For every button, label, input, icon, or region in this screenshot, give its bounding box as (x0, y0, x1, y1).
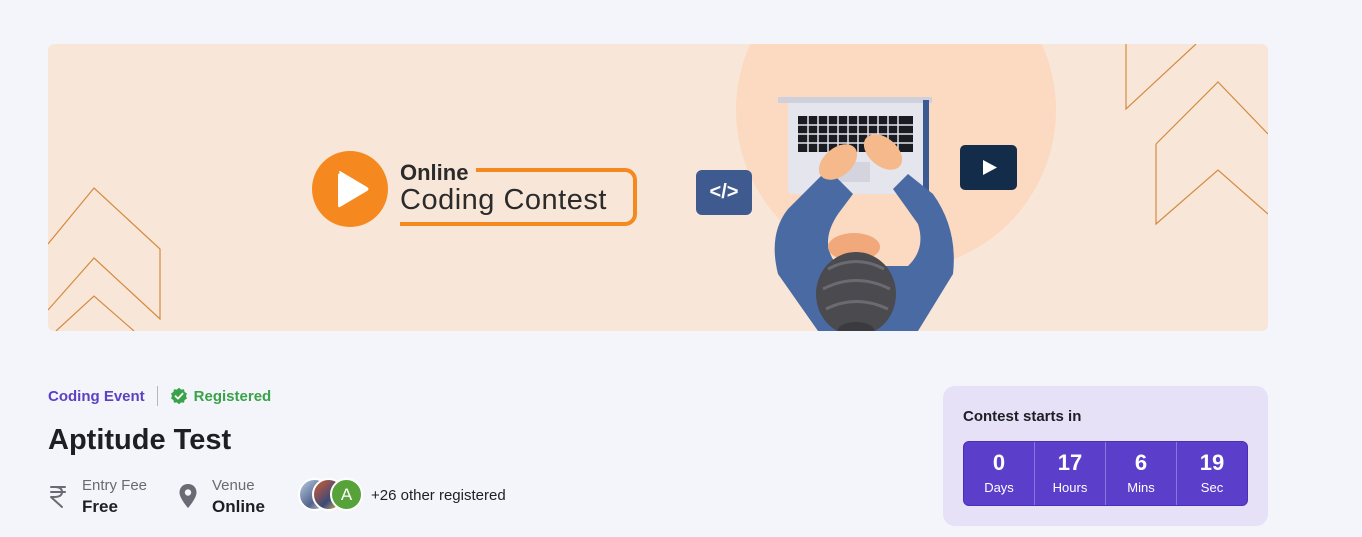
code-icon: </> (696, 170, 752, 215)
avatar: A (330, 478, 363, 511)
countdown-title: Contest starts in (963, 408, 1082, 425)
countdown-unit: Sec (1200, 480, 1224, 495)
venue-info: Venue Online (178, 477, 265, 517)
event-banner: Online Coding Contest </> (48, 44, 1268, 331)
logo-contest-text: Coding Contest (400, 184, 607, 216)
venue-label: Venue (212, 477, 255, 494)
countdown-timer: 0 Days 17 Hours 6 Mins 19 Sec (963, 441, 1248, 506)
logo-online-text: Online (400, 160, 469, 185)
countdown-value: 19 (1199, 450, 1225, 475)
countdown-unit: Days (984, 480, 1014, 495)
venue-value: Online (212, 497, 265, 516)
video-play-icon (960, 145, 1017, 190)
event-category: Coding Event (48, 387, 145, 405)
countdown-unit: Mins (1127, 480, 1155, 495)
rupee-icon (48, 483, 68, 517)
registered-count[interactable]: +26 other registered (371, 487, 506, 504)
registered-label: Registered (193, 387, 272, 405)
countdown-value: 6 (1134, 450, 1148, 475)
countdown-hours: 17 Hours (1035, 442, 1106, 505)
entry-fee-label: Entry Fee (82, 477, 148, 494)
entry-fee-info: Entry Fee Free (48, 477, 147, 517)
divider (156, 386, 158, 406)
entry-fee-value: Free (82, 497, 118, 516)
banner-illustration (48, 44, 1268, 331)
location-pin-icon (178, 483, 198, 517)
event-title: Aptitude Test (48, 424, 232, 456)
countdown-unit: Hours (1052, 480, 1088, 495)
countdown-value: 0 (992, 450, 1006, 475)
registered-avatars[interactable]: A (298, 478, 368, 512)
countdown-secs: 19 Sec (1177, 442, 1247, 505)
play-circle-icon (312, 151, 388, 227)
countdown-mins: 6 Mins (1106, 442, 1177, 505)
verified-check-icon (170, 387, 187, 405)
countdown-card: Contest starts in 0 Days 17 Hours 6 Mins… (943, 386, 1268, 526)
countdown-value: 17 (1057, 450, 1083, 475)
event-meta-row: Coding Event Registered (48, 386, 271, 406)
countdown-days: 0 Days (964, 442, 1035, 505)
contest-logo: Online Coding Contest (312, 150, 642, 230)
registered-badge: Registered (170, 387, 272, 405)
